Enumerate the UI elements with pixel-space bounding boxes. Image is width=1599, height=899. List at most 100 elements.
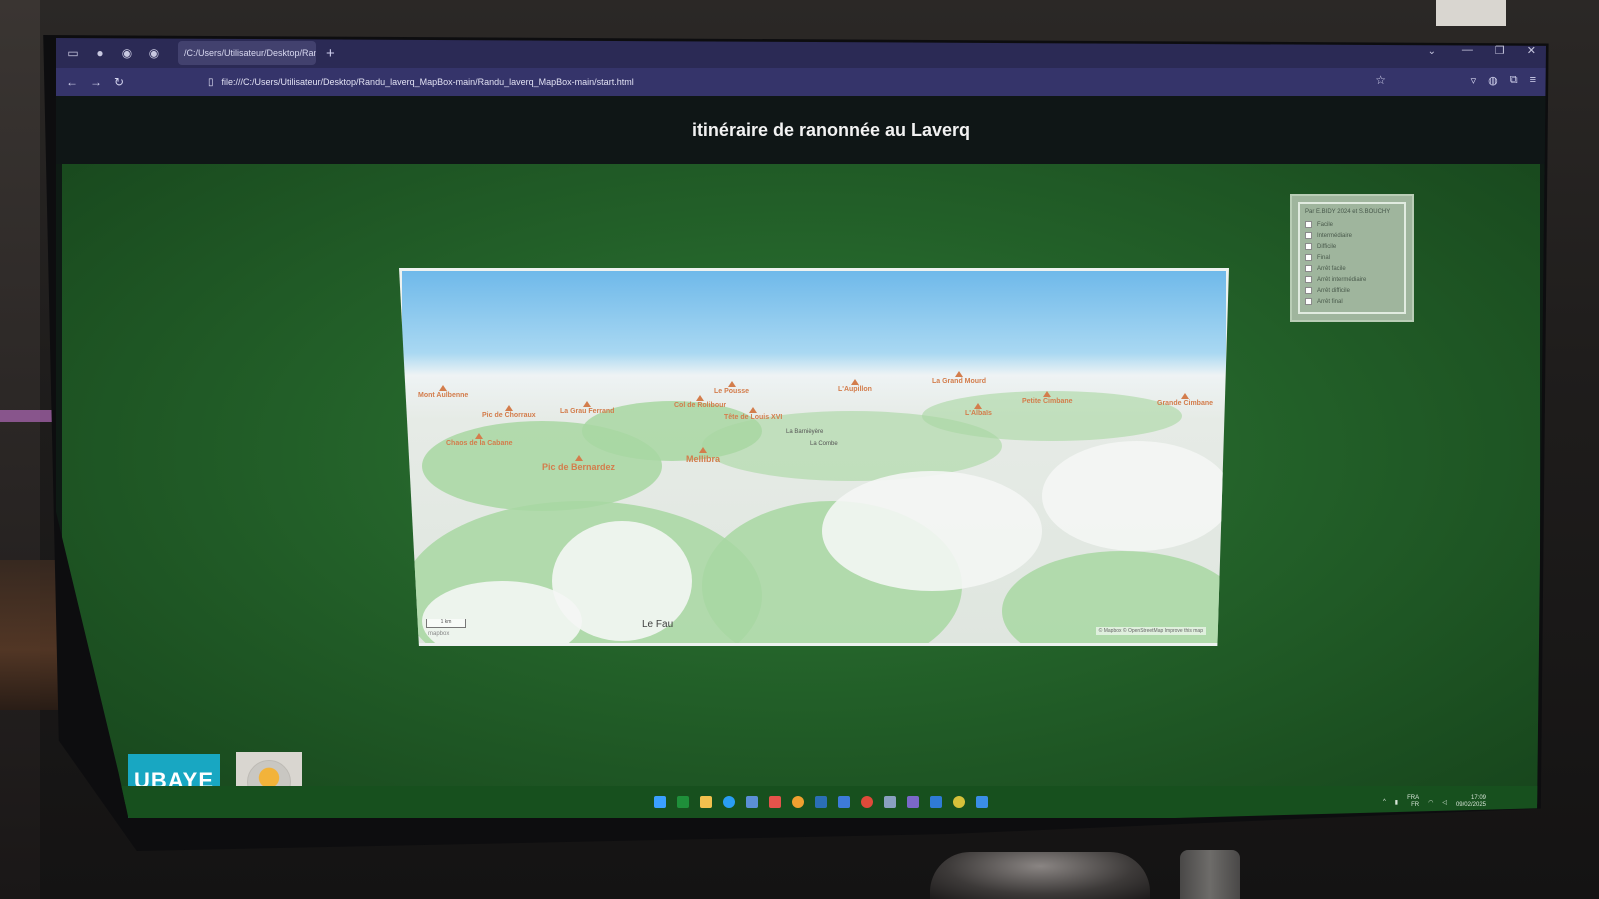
start-icon[interactable] — [654, 796, 666, 808]
legend-item[interactable]: Final — [1305, 252, 1399, 263]
peak-marker[interactable]: Mellibra — [686, 447, 720, 464]
checkbox[interactable] — [1305, 254, 1312, 261]
photo-scene: ▭ ● ◉ ◉ /C:/Users/Utilisateur/Desktop/Ra… — [0, 0, 1599, 899]
edge-icon[interactable] — [723, 796, 735, 808]
legend-item[interactable]: Facile — [1305, 219, 1399, 230]
map-attribution[interactable]: © Mapbox © OpenStreetMap Improve this ma… — [1095, 627, 1206, 635]
browser-nav-bar: ← → ↻ ▯ file:///C:/Users/Utilisateur/Des… — [56, 68, 1546, 96]
monitor-screen: ▭ ● ◉ ◉ /C:/Users/Utilisateur/Desktop/Ra… — [56, 38, 1546, 828]
excel-icon[interactable] — [677, 796, 689, 808]
mapbox-logo[interactable]: mapbox — [428, 631, 449, 637]
word-icon[interactable] — [930, 796, 942, 808]
checkbox[interactable] — [1305, 276, 1312, 283]
app-icon[interactable] — [769, 796, 781, 808]
window-controls: — ❐ ✕ — [1462, 44, 1536, 57]
village-label: La Combe — [810, 441, 838, 447]
tray-chevron-icon[interactable]: ^ — [1383, 799, 1386, 805]
tab-list-chevron-icon[interactable]: ⌄ — [1428, 46, 1436, 57]
legend-item[interactable]: Intermédiaire — [1305, 230, 1399, 241]
peak-marker[interactable]: Col de Rolibour — [674, 395, 726, 409]
menu-icon[interactable]: ≡ — [1530, 74, 1536, 87]
peak-marker[interactable]: L'Aupillon — [838, 379, 872, 393]
led-shelf — [0, 410, 52, 422]
page-body: Pic de Bernardez Mellibra Chaos de la Ca… — [62, 164, 1540, 818]
browser-tab-active[interactable]: /C:/Users/Utilisateur/Desktop/Rand ✕ — [178, 41, 316, 65]
desk-object — [930, 852, 1150, 899]
mail-icon[interactable] — [838, 796, 850, 808]
system-tray: ^ ▮ FRA FR ◠ ◁ 17:09 09/02/2025 — [1383, 795, 1486, 809]
close-window-icon[interactable]: ✕ — [1527, 44, 1536, 57]
peak-marker[interactable]: Pic de Chorraux — [482, 405, 536, 419]
address-bar[interactable]: ▯ file:///C:/Users/Utilisateur/Desktop/R… — [208, 72, 1348, 92]
mapbox-3d-map[interactable]: Pic de Bernardez Mellibra Chaos de la Ca… — [399, 268, 1229, 646]
file-explorer-icon[interactable] — [700, 796, 712, 808]
opera-icon[interactable] — [861, 796, 873, 808]
steam-icon[interactable] — [815, 796, 827, 808]
peak-marker[interactable]: Tête de Louis XVI — [724, 407, 782, 421]
pocket-icon[interactable]: ▿ — [1471, 74, 1477, 87]
legend-box: Par E.BIDY 2024 et S.BOUCHY Facile Inter… — [1298, 202, 1406, 314]
legend-panel: Par E.BIDY 2024 et S.BOUCHY Facile Inter… — [1290, 194, 1414, 322]
pinned-tab-icon[interactable]: ◉ — [116, 42, 138, 64]
browser-toolbar: ▿ ◍ ⧉ ≡ — [1471, 74, 1536, 87]
peak-marker[interactable]: Le Pousse — [714, 381, 749, 395]
legend-title: Par E.BIDY 2024 et S.BOUCHY — [1305, 209, 1391, 215]
checkbox[interactable] — [1305, 265, 1312, 272]
account-icon[interactable]: ◍ — [1488, 74, 1498, 87]
page-title: itinéraire de ranonnée au Laverq — [691, 119, 971, 140]
volume-icon[interactable]: ◁ — [1442, 799, 1447, 806]
lamp — [1436, 0, 1506, 26]
legend-item[interactable]: Arrêt facile — [1305, 263, 1399, 274]
map-scale-bar: 1 km — [426, 619, 466, 628]
forward-arrow-icon[interactable]: → — [90, 75, 114, 89]
extension-icon[interactable]: ● — [89, 42, 111, 64]
tab-overview-icon[interactable]: ▭ — [62, 42, 84, 64]
reload-icon[interactable]: ↻ — [114, 75, 138, 89]
legend-item[interactable]: Arrêt intermédiaire — [1305, 274, 1399, 285]
village-label: Le Fau — [642, 619, 674, 630]
glass-jar — [1180, 850, 1240, 899]
language-indicator[interactable]: FRA FR — [1407, 795, 1419, 809]
file-page-icon: ▯ — [208, 76, 214, 88]
back-arrow-icon[interactable]: ← — [66, 75, 90, 89]
windows-taskbar: ^ ▮ FRA FR ◠ ◁ 17:09 09/02/2025 — [56, 786, 1546, 818]
settings-gear-icon[interactable] — [884, 796, 896, 808]
peak-marker[interactable]: Grande Cimbane — [1157, 393, 1213, 407]
peak-marker[interactable]: Chaos de la Cabane — [446, 433, 513, 447]
minimize-icon[interactable]: — — [1462, 44, 1473, 57]
legend-item[interactable]: Arrêt final — [1305, 296, 1399, 307]
peak-marker[interactable]: Mont Aulbenne — [418, 385, 468, 399]
checkbox[interactable] — [1305, 232, 1312, 239]
snow-field — [822, 471, 1042, 591]
store-icon[interactable] — [746, 796, 758, 808]
legend-item[interactable]: Difficile — [1305, 241, 1399, 252]
wifi-icon[interactable]: ◠ — [1428, 799, 1433, 806]
extensions-icon[interactable]: ⧉ — [1510, 74, 1518, 87]
checkbox[interactable] — [1305, 221, 1312, 228]
legend-item[interactable]: Arrêt difficile — [1305, 285, 1399, 296]
taskbar-apps — [654, 796, 988, 808]
checkbox[interactable] — [1305, 243, 1312, 250]
tab-title: /C:/Users/Utilisateur/Desktop/Rand — [184, 48, 316, 58]
new-tab-button[interactable]: + — [326, 45, 335, 62]
peak-marker[interactable]: La Grau Ferrand — [560, 401, 614, 415]
checkbox[interactable] — [1305, 298, 1312, 305]
room-wall — [0, 0, 40, 899]
checkbox[interactable] — [1305, 287, 1312, 294]
peak-marker[interactable]: La Grand Mourd — [932, 371, 986, 385]
vscode-icon[interactable] — [976, 796, 988, 808]
restore-icon[interactable]: ❐ — [1495, 44, 1505, 57]
firefox-icon[interactable] — [792, 796, 804, 808]
page-header: itinéraire de ranonnée au Laverq — [56, 96, 1546, 164]
bookmark-star-icon[interactable]: ☆ — [1375, 73, 1386, 87]
battery-icon[interactable]: ▮ — [1395, 799, 1398, 806]
pinned-tab-icon-2[interactable]: ◉ — [143, 42, 165, 64]
web-page: itinéraire de ranonnée au Laverq Pic de … — [56, 96, 1546, 818]
peak-marker[interactable]: Petite Cimbane — [1022, 391, 1073, 405]
clock[interactable]: 17:09 09/02/2025 — [1456, 795, 1486, 809]
app-icon-2[interactable] — [907, 796, 919, 808]
peak-marker[interactable]: L'Albaïs — [965, 403, 992, 417]
snow-field — [1042, 441, 1226, 551]
peak-marker[interactable]: Pic de Bernardez — [542, 455, 615, 472]
chrome-icon[interactable] — [953, 796, 965, 808]
